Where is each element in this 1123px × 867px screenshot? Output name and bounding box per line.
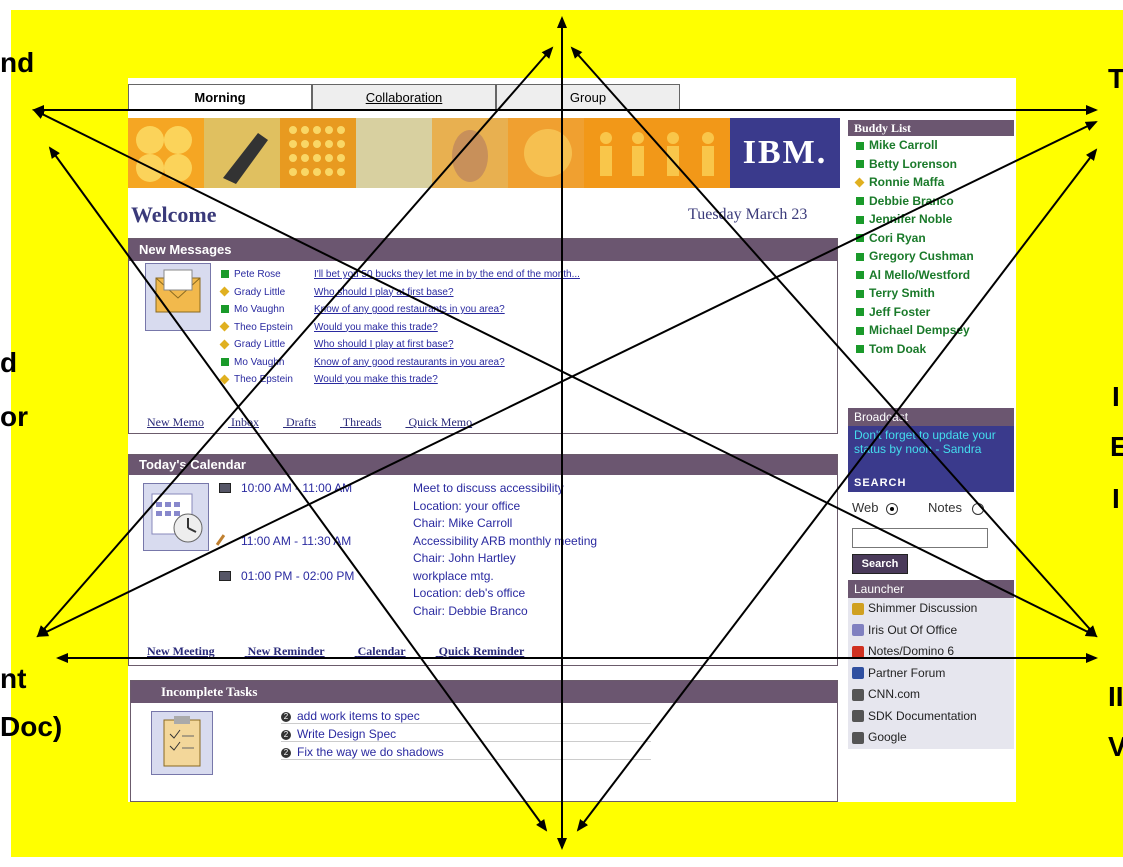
arrow-overlay (32, 16, 1098, 850)
slide: nd d or nt Doc) T I E I II V Morning Col… (0, 0, 1123, 867)
arrow-left-to-bottom (48, 146, 548, 832)
arrow-top-to-right (570, 46, 1098, 638)
arrow-diagonal-up (36, 121, 1098, 637)
arrow-right-to-bottom (576, 148, 1098, 832)
arrow-left-to-top (36, 46, 554, 638)
arrow-diagonal-down (32, 109, 1098, 637)
